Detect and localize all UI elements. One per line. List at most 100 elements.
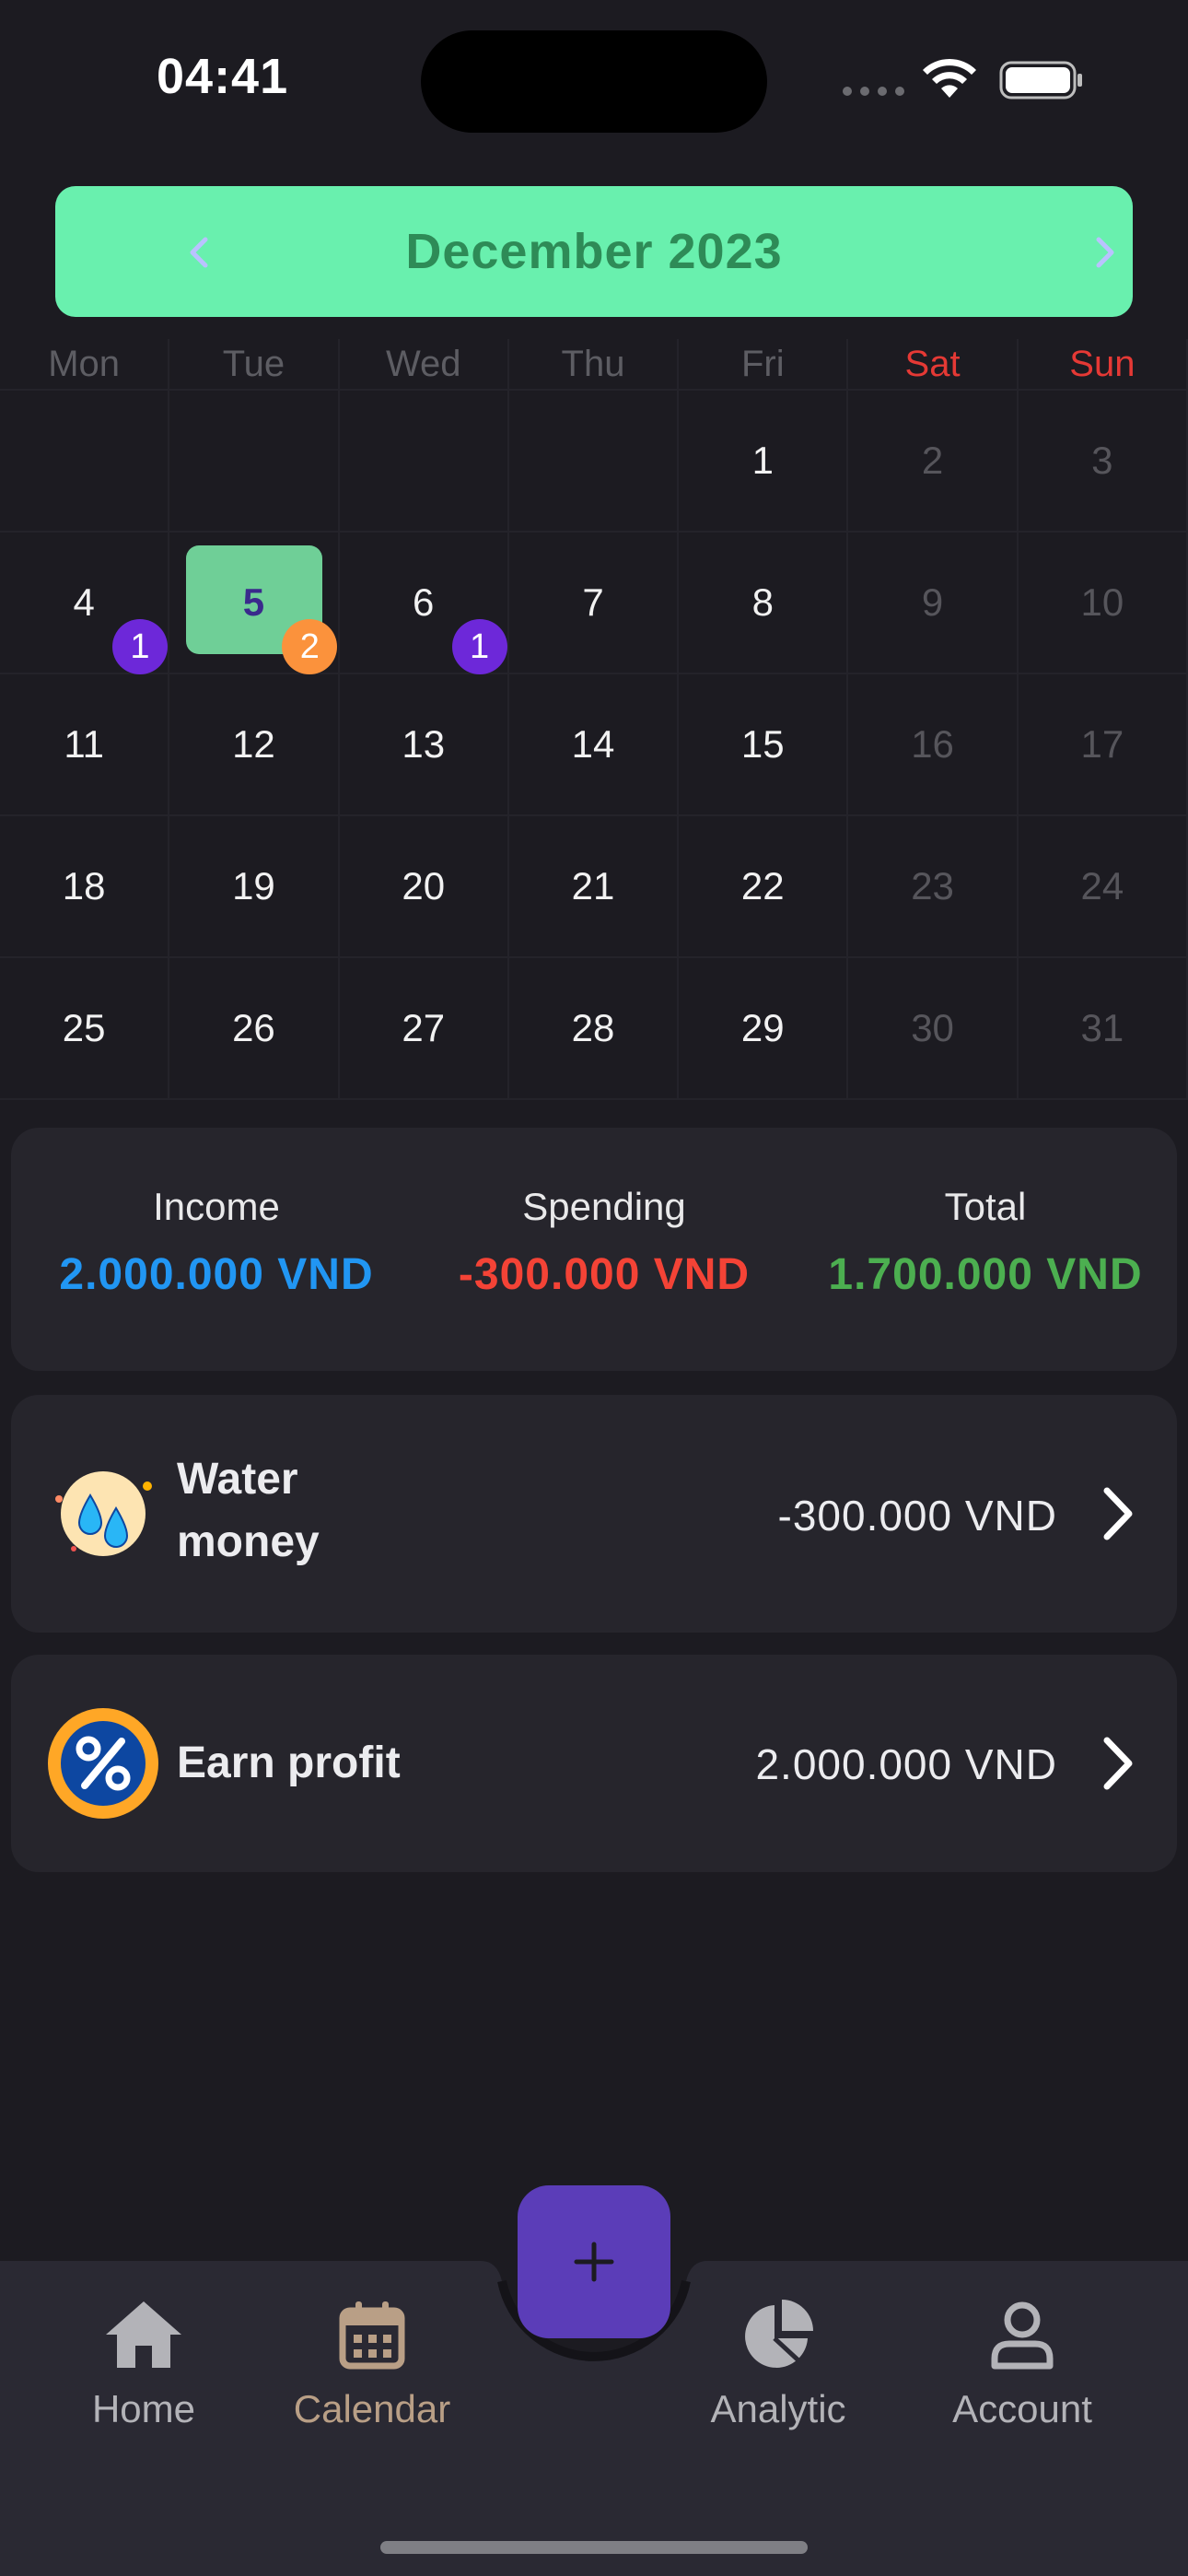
day-number: 31	[1080, 1006, 1124, 1049]
day-number: 7	[582, 580, 604, 624]
calendar-day[interactable]: 6 1	[339, 533, 509, 674]
day-number: 21	[571, 864, 615, 907]
battery-icon	[999, 61, 1082, 100]
day-number: 5	[242, 580, 265, 624]
nav-calendar[interactable]: Calendar	[280, 2298, 464, 2431]
next-month-button[interactable]	[1077, 225, 1133, 280]
calendar-day[interactable]: 15	[679, 674, 849, 816]
calendar-day[interactable]: 3	[1018, 391, 1188, 533]
home-icon	[106, 2301, 181, 2368]
transaction-row[interactable]: Earn profit 2.000.000 VND	[11, 1655, 1177, 1872]
calendar-day[interactable]: 25	[0, 958, 170, 1100]
weekday-fri: Fri	[679, 339, 849, 389]
day-number: 3	[1091, 439, 1113, 482]
transaction-name: Water money	[177, 1455, 320, 1566]
spending-value: -300.000 VND	[458, 1250, 751, 1299]
calendar-day[interactable]: 11	[0, 674, 170, 816]
calendar-day[interactable]: 10	[1018, 533, 1188, 674]
calendar-day[interactable]: 9	[848, 533, 1019, 674]
summary-card: Income 2.000.000 VND Spending -300.000 V…	[11, 1128, 1177, 1371]
calendar-day[interactable]: 21	[508, 816, 680, 958]
weekday-sun: Sun	[1019, 339, 1188, 389]
calendar-day[interactable]: 8	[679, 533, 849, 674]
calendar-day[interactable]: 26	[169, 958, 340, 1100]
calendar-day-empty	[339, 391, 509, 533]
calendar-day-selected[interactable]: 5 2	[169, 533, 340, 674]
day-number: 19	[232, 864, 275, 907]
day-number: 16	[911, 722, 954, 766]
day-number: 24	[1080, 864, 1124, 907]
weekday-sat: Sat	[848, 339, 1019, 389]
weekday-wed: Wed	[340, 339, 509, 389]
spending-summary: Spending -300.000 VND	[414, 1185, 794, 1300]
nav-home-label: Home	[91, 2387, 196, 2430]
calendar-day[interactable]: 19	[169, 816, 340, 958]
day-number: 12	[232, 722, 275, 766]
calendar-day[interactable]: 1	[679, 391, 849, 533]
calendar-icon	[339, 2301, 405, 2370]
calendar-day[interactable]: 28	[508, 958, 680, 1100]
calendar-day[interactable]: 13	[339, 674, 509, 816]
person-icon	[991, 2301, 1054, 2370]
day-number: 28	[571, 1006, 615, 1049]
day-number: 27	[402, 1006, 446, 1049]
transaction-count-badge: 2	[282, 619, 338, 674]
day-number: 8	[751, 580, 774, 624]
month-title: December 2023	[405, 224, 783, 279]
calendar-day[interactable]: 22	[679, 816, 849, 958]
calendar-day[interactable]: 2	[848, 391, 1019, 533]
day-number: 30	[911, 1006, 954, 1049]
wifi-icon	[923, 58, 976, 98]
calendar-day[interactable]: 14	[508, 674, 680, 816]
weekday-header-row: Mon Tue Wed Thu Fri Sat Sun	[0, 339, 1188, 389]
nav-account-label: Account	[952, 2387, 1092, 2430]
calendar-day-empty	[508, 391, 680, 533]
income-label: Income	[153, 1185, 280, 1228]
total-label: Total	[944, 1185, 1027, 1228]
calendar-day[interactable]: 23	[848, 816, 1019, 958]
calendar-day[interactable]: 31	[1018, 958, 1188, 1100]
nav-account[interactable]: Account	[930, 2298, 1114, 2431]
percent-badge-icon	[48, 1708, 158, 1819]
add-transaction-button[interactable]	[518, 2185, 670, 2338]
nav-calendar-label: Calendar	[293, 2387, 451, 2430]
calendar-day[interactable]: 24	[1018, 816, 1188, 958]
day-number: 14	[571, 722, 615, 766]
day-number: 29	[740, 1006, 785, 1049]
chevron-right-icon	[1103, 1487, 1133, 1540]
day-number: 6	[413, 580, 435, 624]
signal-dots-icon	[843, 87, 904, 96]
calendar-day[interactable]: 7	[508, 533, 680, 674]
total-summary: Total 1.700.000 VND	[794, 1185, 1177, 1300]
income-value: 2.000.000 VND	[59, 1250, 374, 1299]
calendar-day[interactable]: 12	[169, 674, 340, 816]
home-indicator	[380, 2541, 808, 2554]
transaction-row[interactable]: Water money -300.000 VND	[11, 1395, 1177, 1633]
calendar-day[interactable]: 27	[339, 958, 509, 1100]
income-summary: Income 2.000.000 VND	[18, 1185, 414, 1300]
nav-analytic[interactable]: Analytic	[686, 2298, 870, 2431]
day-number: 2	[921, 439, 944, 482]
transaction-count-badge: 1	[112, 619, 168, 674]
calendar-day[interactable]: 20	[339, 816, 509, 958]
calendar-day[interactable]: 17	[1018, 674, 1188, 816]
nav-home[interactable]: Home	[52, 2298, 236, 2431]
day-number: 4	[73, 580, 95, 624]
calendar-day-empty	[0, 391, 170, 533]
calendar-day[interactable]: 4 1	[0, 533, 170, 674]
calendar-day[interactable]: 30	[848, 958, 1019, 1100]
day-number: 17	[1080, 722, 1124, 766]
day-number: 15	[740, 722, 785, 766]
day-number: 11	[64, 722, 104, 766]
calendar-day[interactable]: 29	[679, 958, 849, 1100]
day-number: 10	[1080, 580, 1124, 624]
day-number: 9	[921, 580, 944, 624]
weekday-mon: Mon	[0, 339, 170, 389]
calendar-day[interactable]: 18	[0, 816, 170, 958]
status-bar: 04:41	[0, 0, 1188, 166]
calendar-grid: 1 2 3 4 1 5 2 6 1 7 8 9 10 11 12 13 14 1…	[0, 389, 1188, 1100]
transaction-amount: -300.000 VND	[777, 1492, 1057, 1540]
calendar-day[interactable]: 16	[848, 674, 1019, 816]
spending-label: Spending	[522, 1185, 686, 1228]
day-number: 26	[232, 1006, 275, 1049]
